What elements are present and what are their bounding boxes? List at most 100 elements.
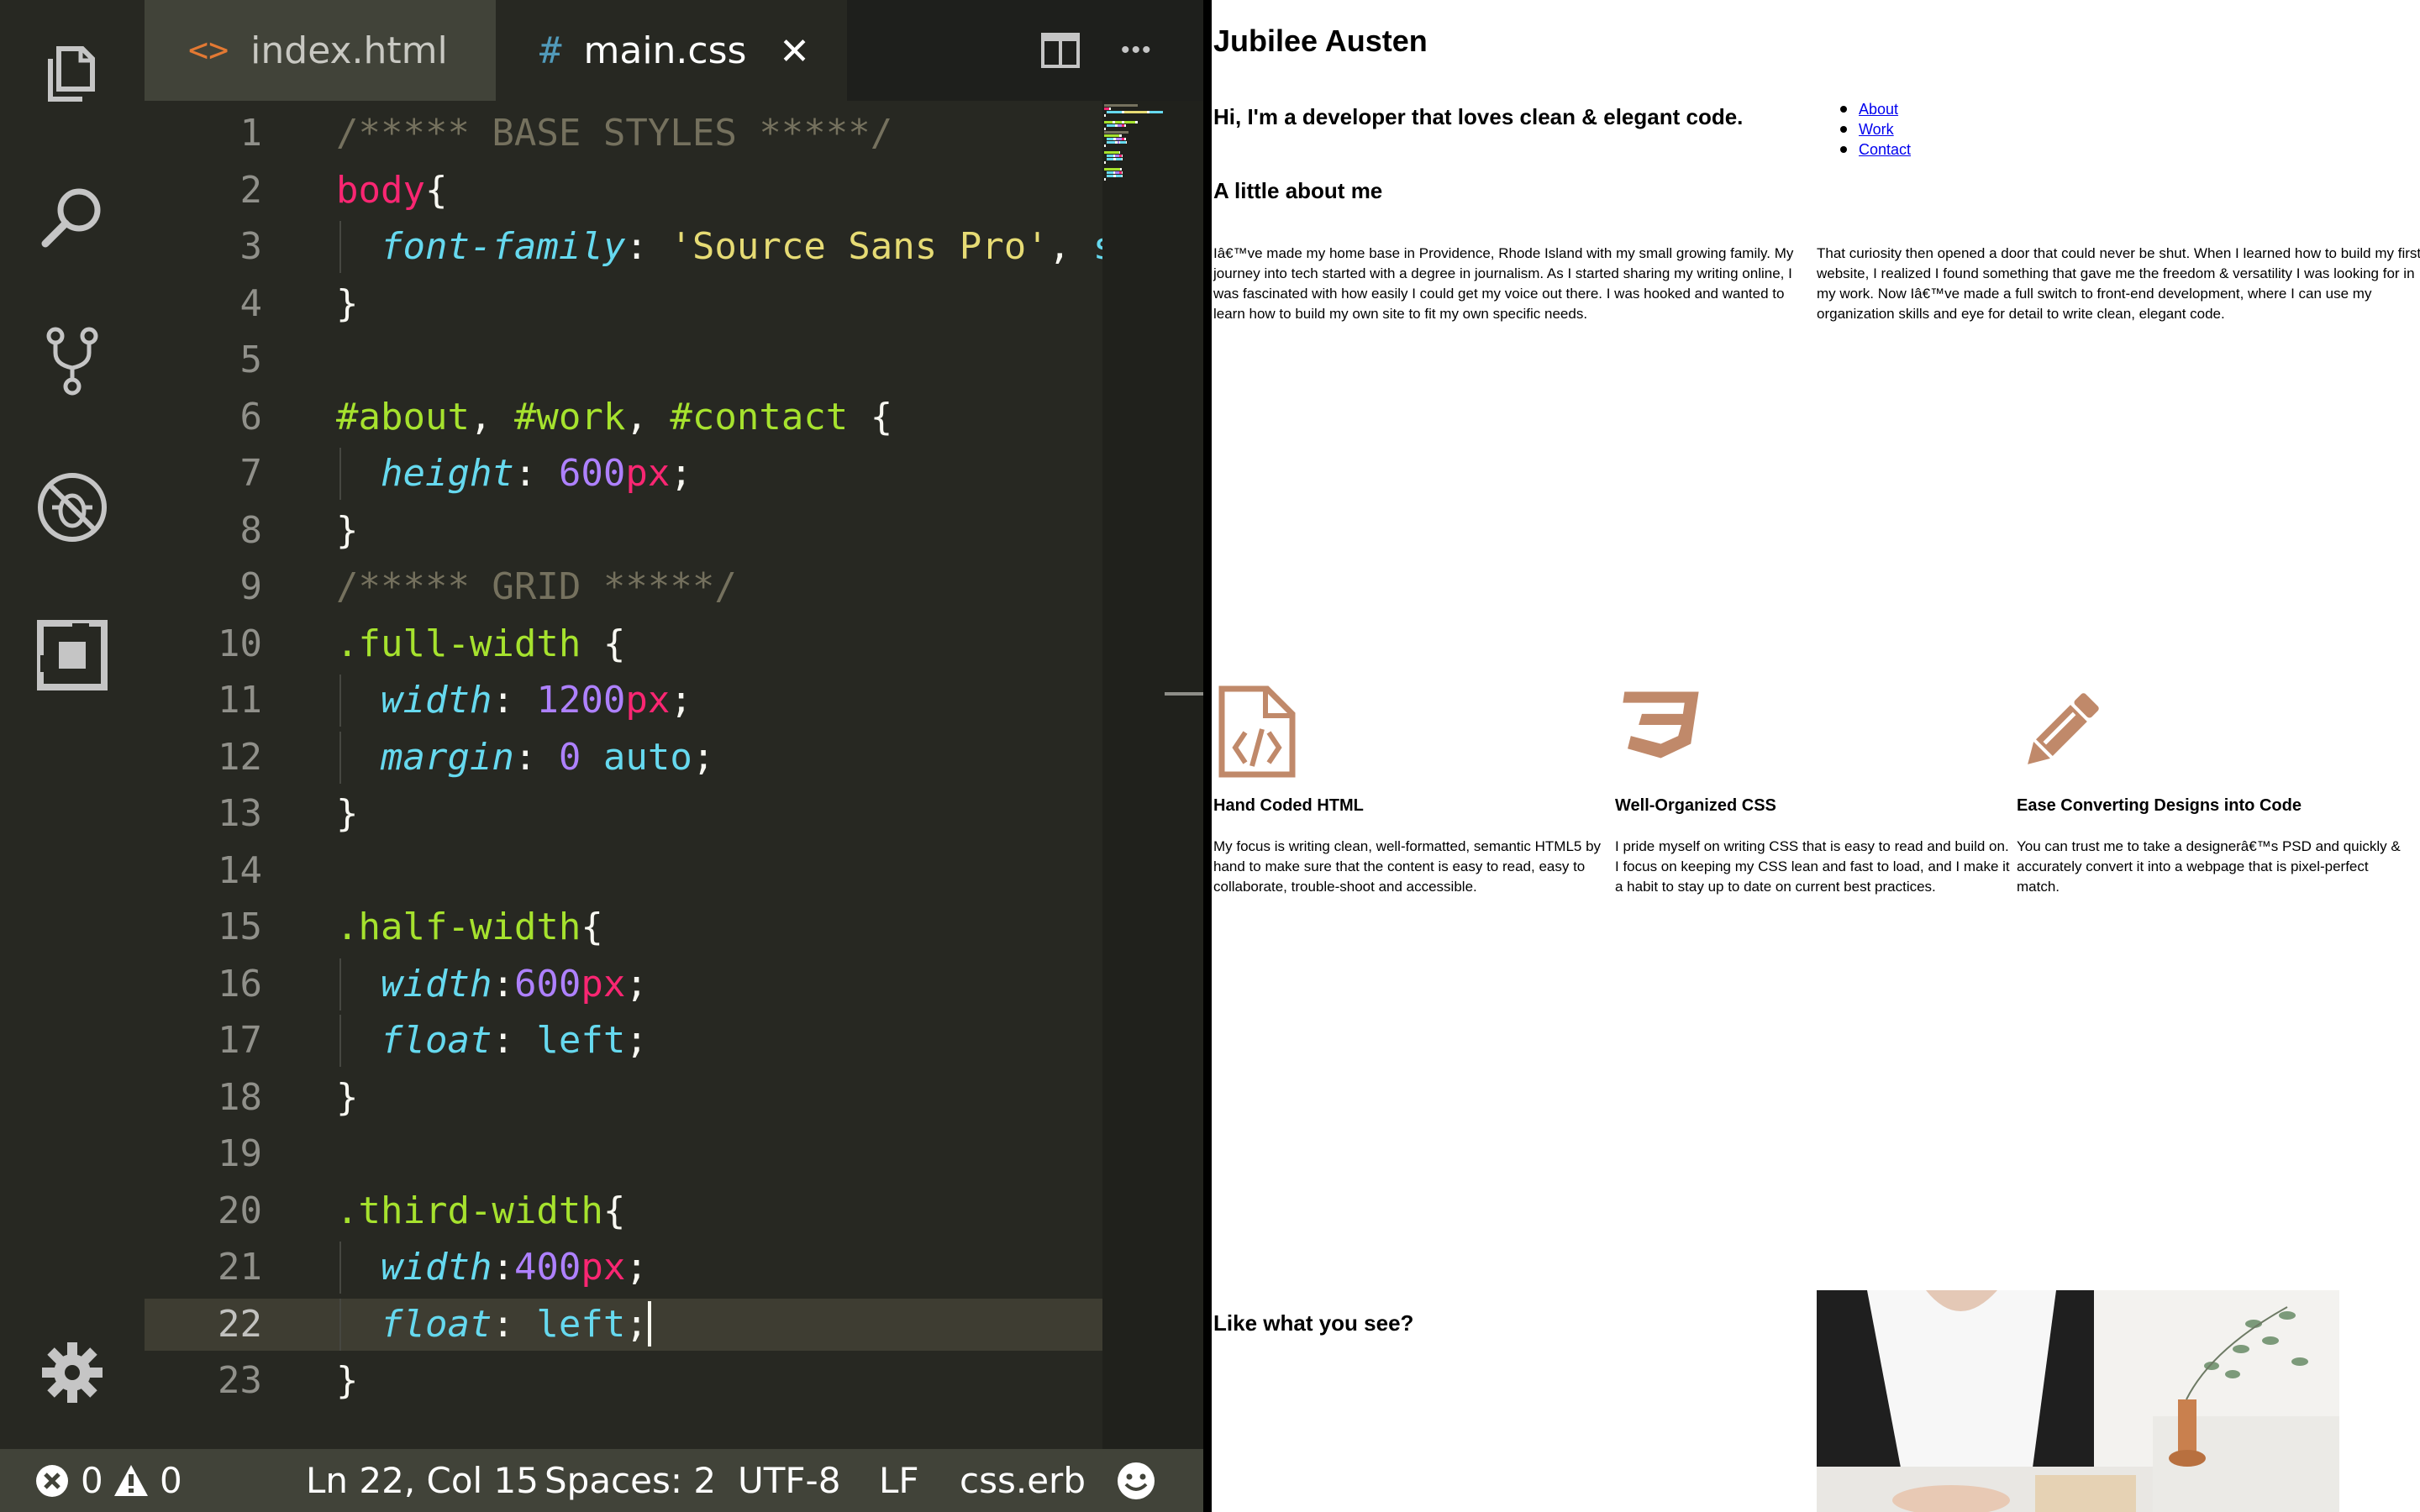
code-token: : <box>492 1019 537 1062</box>
site-nav: About Work Contact <box>1839 99 1911 160</box>
code-line[interactable]: 4} <box>145 278 1102 330</box>
nav-link-work[interactable]: Work <box>1859 121 1894 138</box>
language-mode[interactable]: css.erb <box>960 1449 1086 1512</box>
tab-label: index.html <box>250 29 448 72</box>
code-text-area[interactable]: 1/***** BASE STYLES *****/ 2 body{3 font-f… <box>145 101 1102 1449</box>
error-icon[interactable] <box>34 1462 71 1499</box>
code-line[interactable]: 13} <box>145 788 1102 840</box>
line-number: 13 <box>218 792 262 835</box>
code-line[interactable]: 11 width: 1200px; <box>145 675 1102 727</box>
code-token: px <box>581 962 626 1005</box>
minimap[interactable] <box>1102 101 1203 1449</box>
settings-gear-icon[interactable] <box>39 1339 106 1406</box>
minimap-token <box>1104 161 1106 164</box>
search-icon[interactable] <box>34 178 111 255</box>
minimap-token <box>1104 121 1113 123</box>
line-number: 8 <box>239 508 263 552</box>
code-token: { <box>424 168 448 212</box>
indentation-setting[interactable]: Spaces: 2 <box>544 1449 716 1512</box>
split-editor-icon[interactable] <box>1040 30 1081 71</box>
scrollbar-thumb[interactable] <box>1165 692 1205 696</box>
code-line[interactable]: 21 width:400px; <box>145 1242 1102 1294</box>
close-tab-icon[interactable]: ✕ <box>779 30 810 73</box>
code-line[interactable]: 8} <box>145 505 1102 557</box>
tab-main-css[interactable]: # main.css ✕ <box>496 0 847 101</box>
explorer-icon[interactable] <box>34 32 111 109</box>
code-line[interactable]: 16 width:600px; <box>145 958 1102 1011</box>
nav-item-work: Work <box>1839 119 1911 139</box>
cursor-position[interactable]: Ln 22, Col 15 <box>306 1449 539 1512</box>
minimap-token <box>1134 121 1138 123</box>
code-line[interactable]: 9 /***** GRID *****/ <box>145 561 1102 613</box>
code-line[interactable]: 6 #about, #work, #contact { <box>145 391 1102 444</box>
end-of-line[interactable]: LF <box>879 1449 919 1512</box>
extensions-icon[interactable] <box>34 617 111 694</box>
code-token: auto <box>602 735 692 779</box>
code-token: : <box>513 735 559 779</box>
code-line[interactable]: 17 float: left; <box>145 1015 1102 1067</box>
activity-bar <box>0 0 145 1449</box>
minimap-token <box>1104 151 1119 154</box>
code-token: left <box>536 1302 626 1346</box>
code-content: body{ <box>336 165 447 217</box>
warning-icon[interactable] <box>113 1462 150 1499</box>
code-line[interactable]: 15 .half-width{ <box>145 901 1102 953</box>
skill-text-css: I pride myself on writing CSS that is ea… <box>1615 838 2010 895</box>
code-content: width:600px; <box>336 958 648 1011</box>
pane-divider[interactable] <box>1203 0 1212 1512</box>
code-line[interactable]: 1 /***** BASE STYLES *****/ <box>145 108 1102 160</box>
debug-icon[interactable] <box>34 469 111 546</box>
code-content: } <box>336 278 359 330</box>
file-encoding[interactable]: UTF-8 <box>738 1449 840 1512</box>
code-token: margin <box>380 735 514 779</box>
warning-count[interactable]: 0 <box>160 1449 182 1512</box>
minimap-token <box>1104 144 1106 147</box>
minimap-token <box>1109 108 1111 110</box>
code-token: } <box>336 1075 359 1119</box>
nav-link-contact[interactable]: Contact <box>1859 141 1911 158</box>
code-token: /***** BASE STYLES *****/ <box>336 112 893 155</box>
contact-photo <box>1817 1290 2339 1512</box>
minimap-token <box>1107 138 1114 140</box>
code-content: width: 1200px; <box>336 675 692 727</box>
line-number: 19 <box>218 1132 262 1175</box>
code-line[interactable]: 7 height: 600px; <box>145 448 1102 500</box>
minimap-token <box>1104 131 1128 134</box>
code-line[interactable]: 12 margin: 0 auto; <box>145 731 1102 784</box>
more-actions-icon[interactable]: ••• <box>1121 30 1161 71</box>
code-token: width <box>380 962 492 1005</box>
code-line[interactable]: 20 .third-width{ <box>145 1185 1102 1237</box>
minimap-token <box>1104 114 1106 117</box>
code-token: : <box>492 1246 514 1289</box>
code-line[interactable]: 23} <box>145 1355 1102 1407</box>
code-token: px <box>581 1246 626 1289</box>
code-token: ; <box>625 1019 648 1062</box>
code-line[interactable]: 18} <box>145 1072 1102 1124</box>
minimap-token <box>1107 175 1114 177</box>
editor-tab-bar: <> index.html # main.css ✕ ••• <box>145 0 1203 101</box>
code-token: : <box>513 452 559 495</box>
nav-link-about[interactable]: About <box>1859 101 1898 118</box>
minimap-token <box>1124 124 1126 127</box>
code-token: sans-serif <box>1093 225 1102 268</box>
source-control-icon[interactable] <box>34 323 111 400</box>
code-line[interactable]: 5 <box>145 334 1102 386</box>
code-token: width <box>380 679 492 722</box>
code-line[interactable]: 22 float: left; <box>145 1298 1102 1351</box>
code-line[interactable]: 10 .full-width { <box>145 618 1102 670</box>
line-number: 2 <box>239 168 263 212</box>
minimap-token <box>1107 111 1122 113</box>
minimap-token <box>1125 141 1128 144</box>
code-token: { <box>848 395 893 438</box>
code-line[interactable]: 2 body{ <box>145 165 1102 217</box>
feedback-smiley-icon[interactable] <box>1116 1461 1156 1501</box>
code-line[interactable]: 19 <box>145 1128 1102 1180</box>
tab-index-html[interactable]: <> index.html <box>145 0 496 101</box>
line-number: 12 <box>218 735 262 779</box>
code-line[interactable]: 14 <box>145 845 1102 897</box>
code-line[interactable]: 3 font-family: 'Source Sans Pro', sans-s… <box>145 221 1102 273</box>
minimap-token <box>1124 111 1148 113</box>
error-count[interactable]: 0 <box>81 1449 103 1512</box>
